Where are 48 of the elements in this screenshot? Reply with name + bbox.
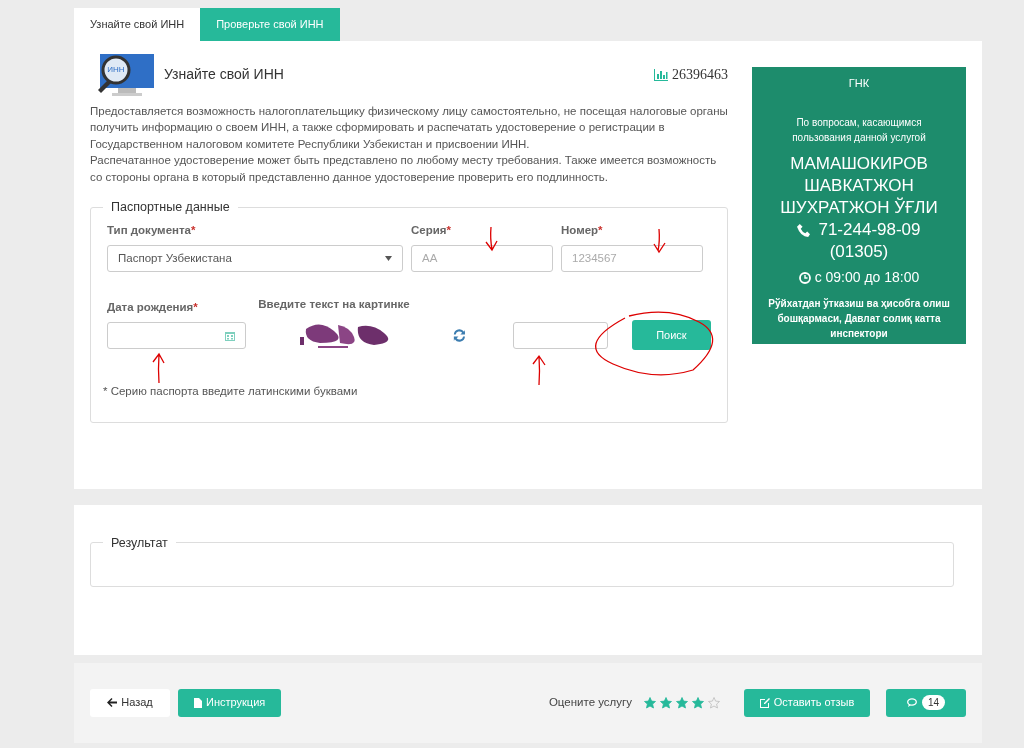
field-label: Номер* bbox=[561, 222, 603, 238]
number-field[interactable]: 1234567 bbox=[561, 244, 703, 272]
usage-counter: 26396463 bbox=[672, 66, 728, 84]
calendar-icon bbox=[225, 330, 236, 341]
annotation-arrow bbox=[151, 351, 167, 384]
edit-icon bbox=[759, 697, 770, 708]
org-label: ГНК bbox=[847, 75, 871, 91]
contact-intro: По вопросам, касающимся пользования данной услугой bbox=[791, 116, 927, 145]
caret-icon bbox=[385, 255, 392, 261]
star-icon[interactable] bbox=[708, 696, 720, 709]
star-icon[interactable] bbox=[660, 696, 672, 709]
contact-name: МАМАШОКИРОВ ШАВКАТЖОН ШУХРАТЖОН ЎҒЛИ bbox=[779, 153, 939, 219]
star-icon[interactable] bbox=[692, 696, 704, 709]
clock-icon bbox=[798, 271, 811, 284]
description-paragraph: Распечатанное удостоверение может быть представлено по любому месту требования. Также имеется возможность со стороны органа в который представленно данное удостоверение проверить его подлинность. bbox=[90, 153, 718, 185]
panel-legend: Результат bbox=[103, 536, 176, 549]
field-label: Тип документа* bbox=[107, 222, 196, 238]
annotation-arrow bbox=[651, 227, 667, 254]
refresh-icon[interactable] bbox=[452, 328, 467, 343]
field-label: Серия* bbox=[411, 222, 451, 238]
star-icon[interactable] bbox=[644, 696, 656, 709]
description-paragraph: Предоставляется возможность налогоплательщику физическому лицу самостоятельно, не посещая налоговые органы получить информацию о своем ИНН, а также сформировать и распечатать удостоверение о регистрации в Государственном налоговом комитете Республики Узбекистан и присвоении ИНН. bbox=[90, 103, 728, 152]
service-title: Узнайте свой ИНН bbox=[164, 65, 284, 84]
comments-button[interactable]: 14 bbox=[886, 688, 966, 717]
panel-legend: Паспортные данные bbox=[103, 201, 238, 214]
annotation-arrow bbox=[531, 353, 547, 386]
star-icon[interactable] bbox=[676, 696, 688, 709]
back-button[interactable]: Назад bbox=[90, 688, 170, 717]
passport-note: * Серию паспорта введите латинскими буквами bbox=[103, 384, 358, 399]
arrow-left-icon bbox=[107, 698, 118, 707]
department-text: Рўйхатдан ўтказиш ва ҳисобга олиш бошқармаси, Давлат солиқ катта инспектори bbox=[767, 297, 951, 341]
phone-icon bbox=[797, 223, 811, 237]
document-type-select[interactable]: Паспорт Узбекистана bbox=[107, 244, 403, 272]
captcha-field[interactable] bbox=[512, 322, 608, 349]
phone-extension: (01305) bbox=[828, 241, 890, 263]
tab[interactable]: Узнайте свой ИНН bbox=[74, 8, 201, 41]
count-badge: 14 bbox=[921, 695, 946, 710]
annotation-arrow bbox=[483, 225, 499, 252]
series-field[interactable]: AA bbox=[411, 244, 553, 272]
phone-number: 71-244-98-09 bbox=[818, 219, 921, 241]
rating-label: Оцените услугу bbox=[548, 694, 632, 710]
field-label: Введите текст на картинке bbox=[258, 296, 410, 312]
comments-icon bbox=[906, 697, 918, 708]
field-label: Дата рождения* bbox=[107, 299, 198, 315]
date-field[interactable] bbox=[107, 322, 247, 349]
bar-chart-icon bbox=[654, 68, 668, 81]
document-icon bbox=[194, 697, 202, 708]
working-hours: с 09:00 до 18:00 bbox=[814, 268, 920, 287]
